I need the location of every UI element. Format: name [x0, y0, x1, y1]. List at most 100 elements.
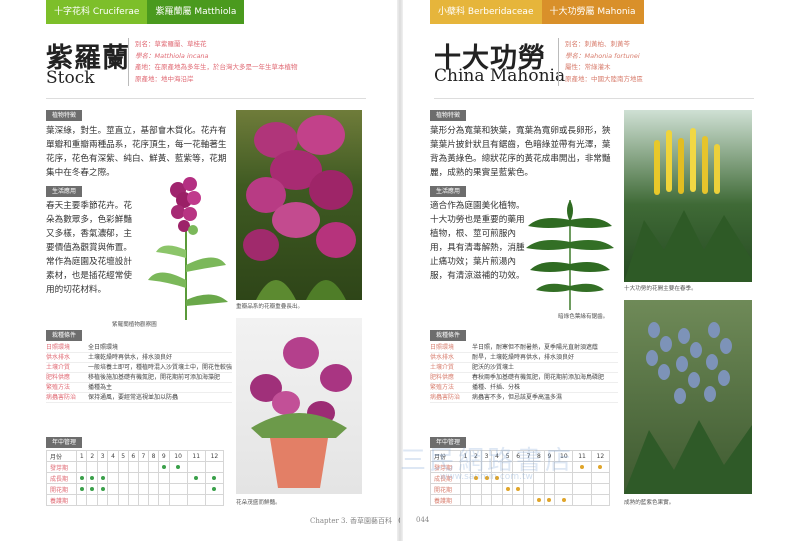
info-attribute: 產地：在原產地為多年生，於台灣大多是一年生草本植物 [135, 63, 298, 71]
right-category-tabs: 小蘗科 Berberidaceae 十大功勞屬 Mahonia [430, 0, 644, 24]
features-heading: 植物特徵 [430, 110, 467, 121]
calendar-dot [598, 464, 603, 469]
calendar-month: 3 [96, 450, 109, 462]
header-rule [46, 98, 366, 99]
calendar-cell [459, 483, 472, 495]
calendar-month: 10 [168, 450, 188, 462]
calendar-cell [96, 494, 109, 506]
calendar-cell [86, 461, 98, 473]
features-heading: 植物特徵 [46, 110, 83, 121]
calendar-month: 12 [590, 450, 611, 462]
use-text: 適合作為庭園美化植物。十大功勞也是重要的藥用植物，根、莖可煎服內用，具有清毒解熱… [430, 201, 525, 281]
info-alias: 別名：草紫羅蘭、草桂花 [135, 40, 207, 48]
calendar-cell [117, 461, 129, 473]
condition-row: 供水排水 耐旱，土壤乾燥時再供水，排水須良好 [430, 353, 618, 363]
calendar-cell [459, 494, 472, 506]
mahonia-photo-fruit [624, 300, 752, 494]
calendar-month: 8 [147, 450, 160, 462]
calendar-cell [533, 483, 545, 495]
calendar-dot [212, 486, 217, 491]
calendar-cell [186, 461, 206, 473]
calendar-cell [96, 461, 109, 473]
calendar-cell [96, 483, 109, 495]
features-text: 葉形分為寬葉和狹葉，寬葉為寬卵或長卵形，狹葉葉片披針狀且有鋸齒，色暗綠並帶有光澤… [430, 126, 611, 178]
calendar-cell [204, 483, 225, 495]
calendar-cell [117, 483, 129, 495]
condition-row: 肥料供應 春秋兩季加基礎有機氮肥，開花期前添加海鳥磷肥 [430, 373, 618, 383]
conditions-list: 日照環境 全日照環境 供水排水 土壤乾燥時再供水，排水須良好 土壤介質 一般培養土即可… [46, 343, 232, 403]
family-tab: 十字花科 Cruciferae [46, 0, 148, 24]
calendar-cell [572, 494, 592, 506]
calendar-dot [90, 486, 95, 491]
calendar-row-label: 發芽期 [46, 461, 77, 473]
calendar-cell [75, 494, 88, 506]
use-text: 春天主要季節花卉。花朵為數眾多，色彩鮮豔又多樣，香氣濃郁，主要價值為觀賞與佈置。… [46, 201, 132, 295]
calendar-row-label: 養護期 [46, 494, 77, 506]
calendar-cell [204, 472, 225, 484]
condition-row: 肥料供應 移植後施加基礎有機氮肥，開花期前可添加海藻肥 [46, 373, 232, 383]
calendar-cell [127, 472, 139, 484]
calendar-dot [561, 497, 566, 502]
calendar-cell [590, 472, 611, 484]
calendar-row: 養護期 [430, 494, 611, 506]
calendar-row: 養護期 [46, 494, 225, 506]
info-scientific-name: 學名：Mahonia fortunei [565, 51, 640, 60]
calendar-cell [127, 483, 139, 495]
calendar-header-row: 月份 1 2 3 4 5 6 7 8 9 10 11 12 [46, 450, 225, 462]
calendar-cell [590, 461, 611, 473]
plant-info: 別名：刺黃柏、刺黃芩 學名：Mahonia fortunei 屬性：常綠灌木 原… [565, 39, 735, 85]
left-category-tabs: 十字花科 Cruciferae 紫羅蘭屬 Matthiola [46, 0, 245, 24]
calendar-cell [75, 461, 88, 473]
calendar-dot [100, 486, 105, 491]
calendar-cell [158, 461, 170, 473]
calendar-cell [470, 483, 482, 495]
calendar-dot [161, 464, 166, 469]
title-divider [558, 38, 559, 86]
calendar-cell [137, 472, 149, 484]
calendar-dot [505, 486, 510, 491]
calendar-dot [536, 497, 541, 502]
genus-tab: 紫羅蘭屬 Matthiola [147, 0, 245, 24]
calendar-cell [96, 472, 109, 484]
info-alias: 別名：刺黃柏、刺黃芩 [565, 40, 630, 48]
mahonia-photo-flowers [624, 110, 752, 282]
calendar-month: 11 [572, 450, 592, 462]
calendar-cell [86, 494, 98, 506]
calendar-cell [470, 494, 482, 506]
calendar-cell [572, 483, 592, 495]
use-heading: 生活應用 [430, 186, 467, 197]
calendar-cell [86, 472, 98, 484]
header-rule [434, 98, 754, 99]
calendar-cell [186, 494, 206, 506]
calendar-cell [107, 483, 119, 495]
info-origin: 原產地：中國大陸南方地區 [565, 74, 643, 83]
stock-photo-potted [236, 318, 362, 494]
condition-row: 繁殖方法 播種為主 [46, 383, 232, 393]
calendar-cell [107, 461, 119, 473]
calendar-cell [168, 483, 188, 495]
calendar-cell [147, 472, 160, 484]
calendar-table: 月份 1 2 3 4 5 6 7 8 9 10 11 12 發芽期 成長期 開花期 養護期 [46, 450, 225, 506]
watermark-url: www.sanmin.com.tw [440, 472, 533, 482]
calendar-month: 2 [86, 450, 98, 462]
calendar-month: 1 [75, 450, 88, 462]
calendar-cell [75, 483, 88, 495]
calendar-dot [516, 486, 521, 491]
calendar-month: 12 [204, 450, 225, 462]
calendar-row: 發芽期 [46, 461, 225, 473]
condition-row: 日照環境 半日照，耐寒但不耐暑熱，夏季陽光直射須遮蔭 [430, 343, 618, 353]
calendar-month: 5 [117, 450, 129, 462]
calendar-cell [147, 461, 160, 473]
condition-row: 供水排水 土壤乾燥時再供水，排水須良好 [46, 353, 232, 363]
conditions-heading: 栽種條件 [46, 330, 83, 341]
calendar-month: 4 [107, 450, 119, 462]
calendar-cell [137, 461, 149, 473]
calendar-month: 6 [127, 450, 139, 462]
conditions-heading: 栽種條件 [430, 330, 467, 341]
calendar-row-label: 成長期 [46, 472, 77, 484]
calendar-cell [590, 483, 611, 495]
calendar-dot [547, 497, 552, 502]
calendar-heading: 年中管理 [46, 437, 83, 448]
calendar-cell [158, 483, 170, 495]
calendar-cell [554, 483, 574, 495]
